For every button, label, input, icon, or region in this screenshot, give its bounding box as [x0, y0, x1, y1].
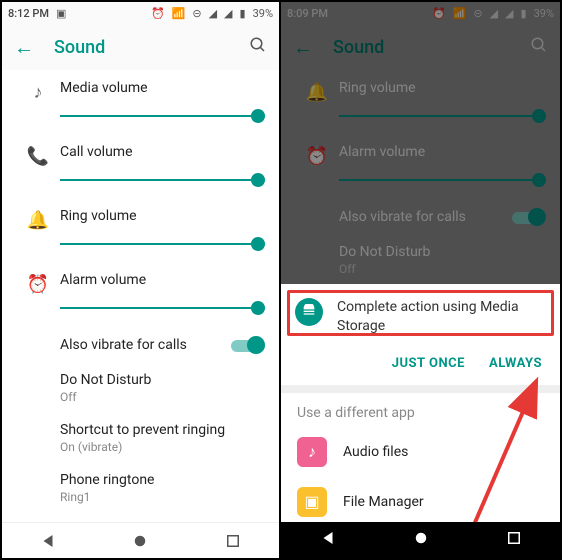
call-volume-slider[interactable]: [60, 170, 265, 190]
ring-volume-label: Ring volume: [60, 208, 265, 224]
intent-chooser-sheet: Complete action using Media Storage JUST…: [281, 284, 560, 522]
settings-content: ♪ Media volume 📞 Call volume 🔔 Ring volu…: [2, 70, 279, 522]
clock-icon: ⏰: [295, 144, 339, 167]
clock-icon: ⏰: [16, 272, 60, 295]
ring-volume-label: Ring volume: [339, 80, 546, 96]
battery-pct: 39%: [534, 7, 554, 20]
dnd-row[interactable]: Do Not Disturb Off: [2, 362, 279, 412]
nav-bar: [2, 522, 279, 558]
ringtone-sub: Ring1: [60, 490, 265, 504]
ring-volume-slider: [339, 106, 546, 126]
dnd-label: Do Not Disturb: [339, 244, 546, 260]
nav-home-icon[interactable]: [412, 529, 430, 551]
also-vibrate-label: Also vibrate for calls: [60, 337, 231, 353]
nav-back-icon[interactable]: [319, 529, 337, 551]
also-vibrate-row: Also vibrate for calls: [281, 198, 560, 234]
dnd-sub: Off: [339, 262, 546, 276]
media-storage-icon: [295, 298, 323, 326]
status-bar: 8:12 PM ▣ ⏰ 📶 ⊝ ◢ ◢ ▮ 39%: [2, 2, 279, 24]
nav-recents-icon[interactable]: [505, 529, 523, 551]
alarm-volume-row: ⏰ Alarm volume: [281, 134, 560, 198]
page-title: Sound: [54, 37, 249, 58]
phone-right: 8:09 PM ⏰ 📶 ⊝ ◢ ◢ ▮ 39% ← Sound 🔔 Ring v…: [281, 0, 562, 560]
dnd-sub: Off: [60, 390, 265, 404]
dnd-icon: ⊝: [473, 7, 482, 20]
use-different-app-label: Use a different app: [281, 393, 560, 427]
alarm-volume-slider[interactable]: [60, 298, 265, 318]
also-vibrate-switch[interactable]: [231, 336, 265, 354]
just-once-button[interactable]: JUST ONCE: [392, 356, 465, 371]
nav-home-icon[interactable]: [131, 532, 149, 550]
chooser-default-row[interactable]: Complete action using Media Storage: [281, 284, 560, 346]
audio-files-icon: ♪: [297, 437, 327, 467]
dnd-row: Do Not Disturb Off: [281, 234, 560, 284]
shortcut-sub: On (vibrate): [60, 440, 265, 454]
chooser-title: Complete action using Media Storage: [337, 298, 546, 336]
wifi-icon: 📶: [172, 7, 186, 20]
status-time: 8:12 PM: [8, 7, 49, 20]
app-option-audio-files[interactable]: ♪ Audio files: [281, 427, 560, 477]
bell-icon: 🔔: [295, 80, 339, 103]
audio-files-label: Audio files: [343, 444, 408, 460]
dnd-label: Do Not Disturb: [60, 372, 265, 388]
file-manager-label: File Manager: [343, 494, 424, 510]
divider: [281, 385, 560, 393]
app-bar: ← Sound: [281, 24, 560, 70]
media-volume-row[interactable]: ♪ Media volume: [2, 70, 279, 134]
dnd-icon: ⊝: [192, 7, 201, 20]
search-icon[interactable]: [249, 36, 267, 59]
signal-icon: ◢: [209, 7, 217, 20]
signal-icon-2: ◢: [224, 7, 232, 20]
signal-icon: ◢: [490, 7, 498, 20]
ringtone-label: Phone ringtone: [60, 472, 265, 488]
phone-ringtone-row[interactable]: Phone ringtone Ring1: [2, 462, 279, 512]
dimmed-background: 🔔 Ring volume ⏰ Alarm volume Also vibrat…: [281, 70, 560, 284]
battery-icon: ▮: [521, 7, 527, 20]
call-volume-label: Call volume: [60, 144, 265, 160]
note-icon: ♪: [16, 80, 60, 103]
also-vibrate-row[interactable]: Also vibrate for calls: [2, 326, 279, 362]
shortcut-row[interactable]: Shortcut to prevent ringing On (vibrate): [2, 412, 279, 462]
bell-icon: 🔔: [16, 208, 60, 231]
media-volume-slider[interactable]: [60, 106, 265, 126]
battery-icon: ▮: [240, 7, 246, 20]
alarm-volume-label: Alarm volume: [339, 144, 546, 160]
battery-pct: 39%: [253, 7, 273, 20]
also-vibrate-switch: [512, 208, 546, 226]
alarm-volume-row[interactable]: ⏰ Alarm volume: [2, 262, 279, 326]
alarm-volume-slider: [339, 170, 546, 190]
chooser-actions: JUST ONCE ALWAYS: [281, 346, 560, 385]
search-icon[interactable]: [530, 36, 548, 59]
app-bar: ← Sound: [2, 24, 279, 70]
ring-volume-slider[interactable]: [60, 234, 265, 254]
also-vibrate-label: Also vibrate for calls: [339, 209, 512, 225]
nav-recents-icon[interactable]: [224, 532, 242, 550]
nav-back-icon[interactable]: [39, 532, 57, 550]
alarm-icon: ⏰: [151, 7, 165, 20]
always-button[interactable]: ALWAYS: [489, 356, 542, 371]
phone-icon: 📞: [16, 144, 60, 167]
ring-volume-row[interactable]: 🔔 Ring volume: [2, 198, 279, 262]
shortcut-label: Shortcut to prevent ringing: [60, 422, 265, 438]
page-title: Sound: [333, 37, 530, 58]
app-option-file-manager[interactable]: ▣ File Manager: [281, 477, 560, 522]
signal-icon-2: ◢: [505, 7, 513, 20]
nav-bar: [281, 522, 560, 558]
alarm-icon: ⏰: [432, 7, 446, 20]
phone-left: 8:12 PM ▣ ⏰ 📶 ⊝ ◢ ◢ ▮ 39% ← Sound ♪ Medi…: [0, 0, 281, 560]
call-volume-row[interactable]: 📞 Call volume: [2, 134, 279, 198]
status-bar: 8:09 PM ⏰ 📶 ⊝ ◢ ◢ ▮ 39%: [281, 2, 560, 24]
screenshot-icon: ▣: [56, 7, 66, 20]
media-volume-label: Media volume: [60, 80, 265, 96]
ring-volume-row: 🔔 Ring volume: [281, 70, 560, 134]
wifi-icon: 📶: [453, 7, 467, 20]
back-icon[interactable]: ←: [293, 35, 313, 60]
alarm-volume-label: Alarm volume: [60, 272, 265, 288]
status-time: 8:09 PM: [287, 7, 328, 20]
back-icon[interactable]: ←: [14, 35, 34, 60]
file-manager-icon: ▣: [297, 487, 327, 517]
settings-content: 🔔 Ring volume ⏰ Alarm volume Also vibrat…: [281, 70, 560, 522]
